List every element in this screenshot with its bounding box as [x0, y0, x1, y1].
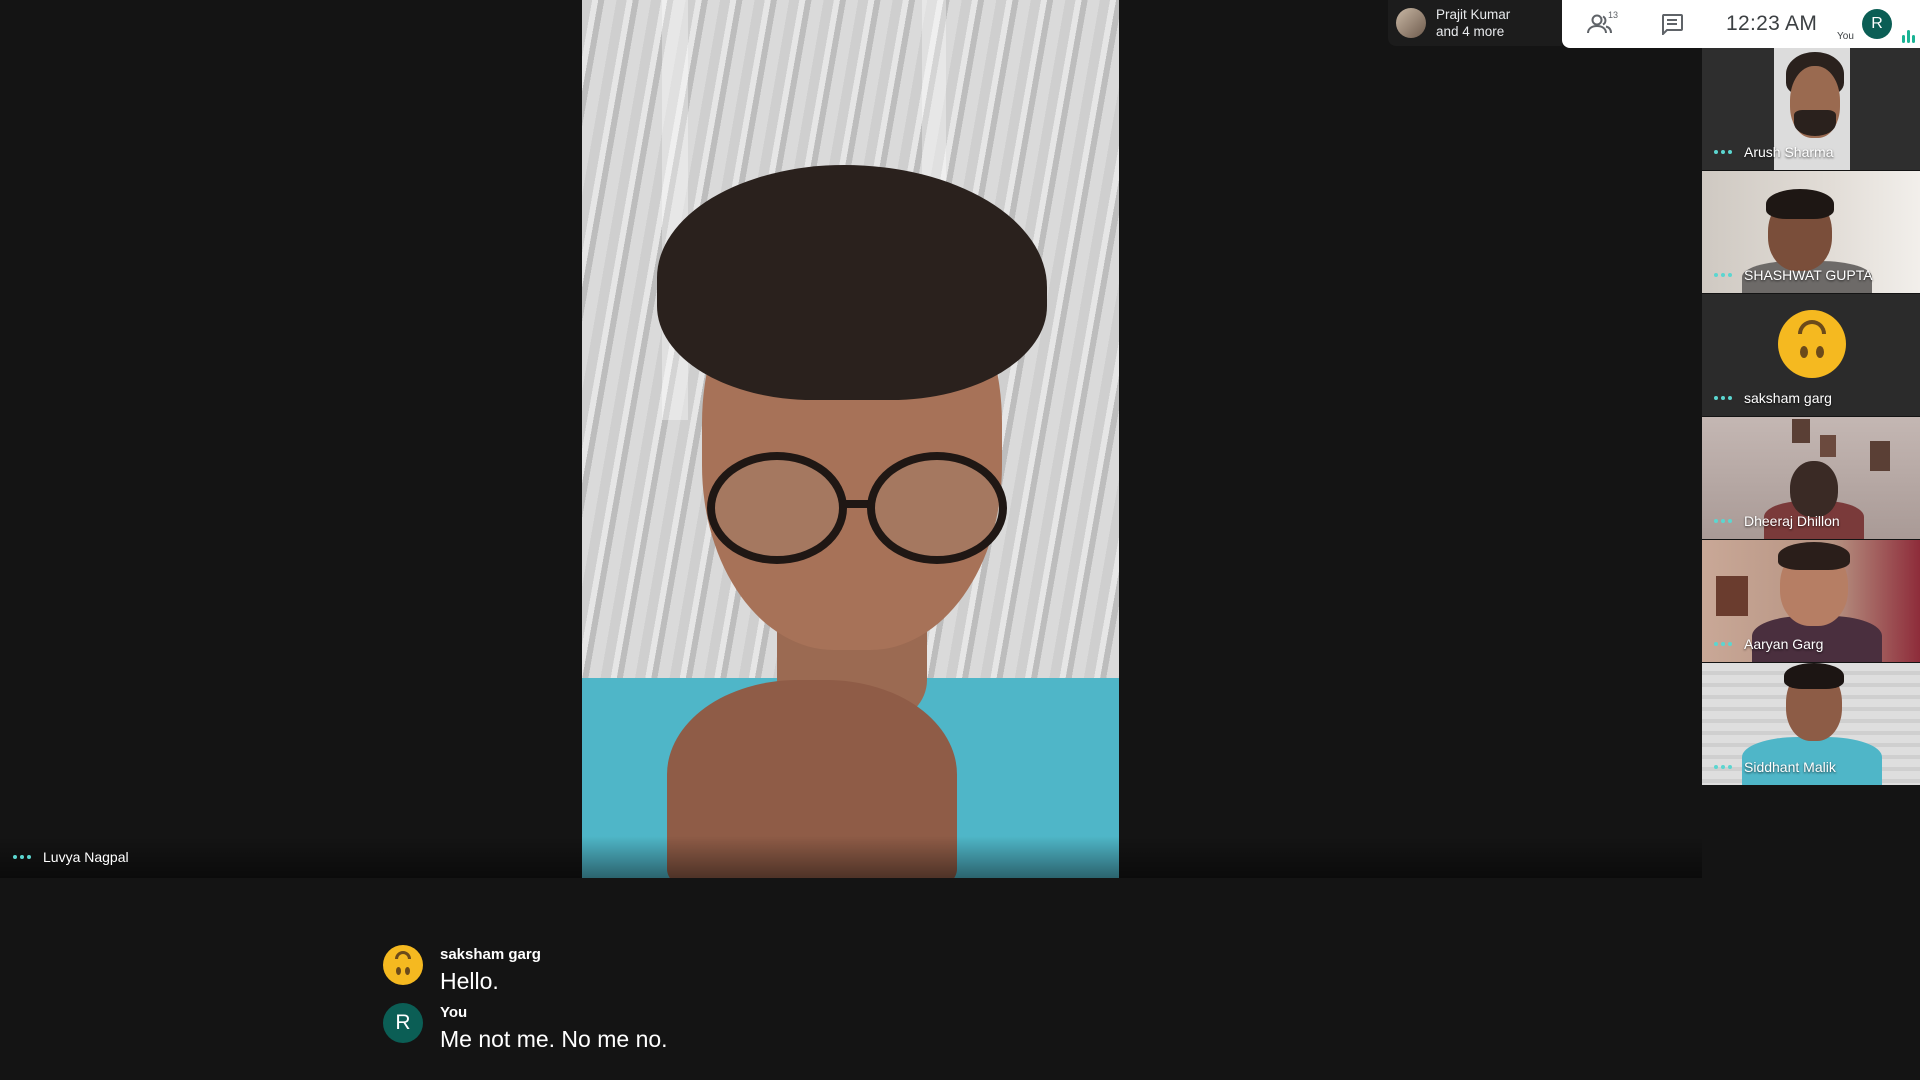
self-avatar: R: [383, 1003, 423, 1043]
main-speaker-label: Luvya Nagpal: [0, 836, 1702, 878]
participant-tile[interactable]: Dheeraj Dhillon: [1702, 417, 1920, 539]
presenter-chip[interactable]: Prajit Kumar and 4 more: [1388, 0, 1562, 46]
clock-time: 12:23 AM: [1726, 12, 1818, 35]
more-options-icon[interactable]: [1714, 273, 1732, 277]
participant-tiles: Arush Sharma SHASHWAT GUPTA saksham garg: [1702, 48, 1920, 786]
participant-tile[interactable]: Arush Sharma: [1702, 48, 1920, 170]
caption-text: Me not me. No me no.: [440, 1026, 668, 1052]
participant-tile[interactable]: Siddhant Malik: [1702, 663, 1920, 785]
main-speaker-video: [582, 0, 1119, 878]
presenter-name: Prajit Kumar: [1436, 7, 1511, 22]
main-speaker-name: Luvya Nagpal: [43, 849, 129, 865]
participant-tile[interactable]: saksham garg: [1702, 294, 1920, 416]
participant-name: Siddhant Malik: [1744, 759, 1836, 775]
more-options-icon[interactable]: [1714, 396, 1732, 400]
participant-name: Aaryan Garg: [1744, 636, 1824, 652]
more-options-icon[interactable]: [1714, 519, 1732, 523]
more-options-icon[interactable]: [1714, 765, 1732, 769]
main-stage: Luvya Nagpal: [0, 0, 1702, 878]
more-options-icon[interactable]: [13, 855, 31, 859]
participant-name: Dheeraj Dhillon: [1744, 513, 1840, 529]
more-options-icon[interactable]: [1714, 150, 1732, 154]
presenter-others: and 4 more: [1436, 24, 1505, 39]
participant-tile[interactable]: Aaryan Garg: [1702, 540, 1920, 662]
participant-name: Arush Sharma: [1744, 144, 1834, 160]
participant-count: 13: [1608, 10, 1619, 20]
chat-icon[interactable]: [1660, 13, 1684, 35]
participant-name: SHASHWAT GUPTA: [1744, 267, 1873, 283]
caption-speaker: You: [440, 1004, 468, 1021]
caption-speaker: saksham garg: [440, 946, 541, 963]
upside-down-face-avatar: [1778, 310, 1846, 378]
participant-name: saksham garg: [1744, 390, 1832, 406]
more-options-icon[interactable]: [1714, 642, 1732, 646]
top-bar: 13 12:23 AM You R: [1562, 0, 1920, 48]
participant-tile[interactable]: SHASHWAT GUPTA: [1702, 171, 1920, 293]
upside-down-face-avatar: [383, 945, 423, 985]
presenter-avatar: [1396, 8, 1426, 38]
audio-level-icon: [1902, 30, 1915, 43]
caption-text: Hello.: [440, 968, 499, 994]
self-avatar[interactable]: R: [1862, 9, 1892, 39]
self-label: You: [1837, 31, 1854, 42]
